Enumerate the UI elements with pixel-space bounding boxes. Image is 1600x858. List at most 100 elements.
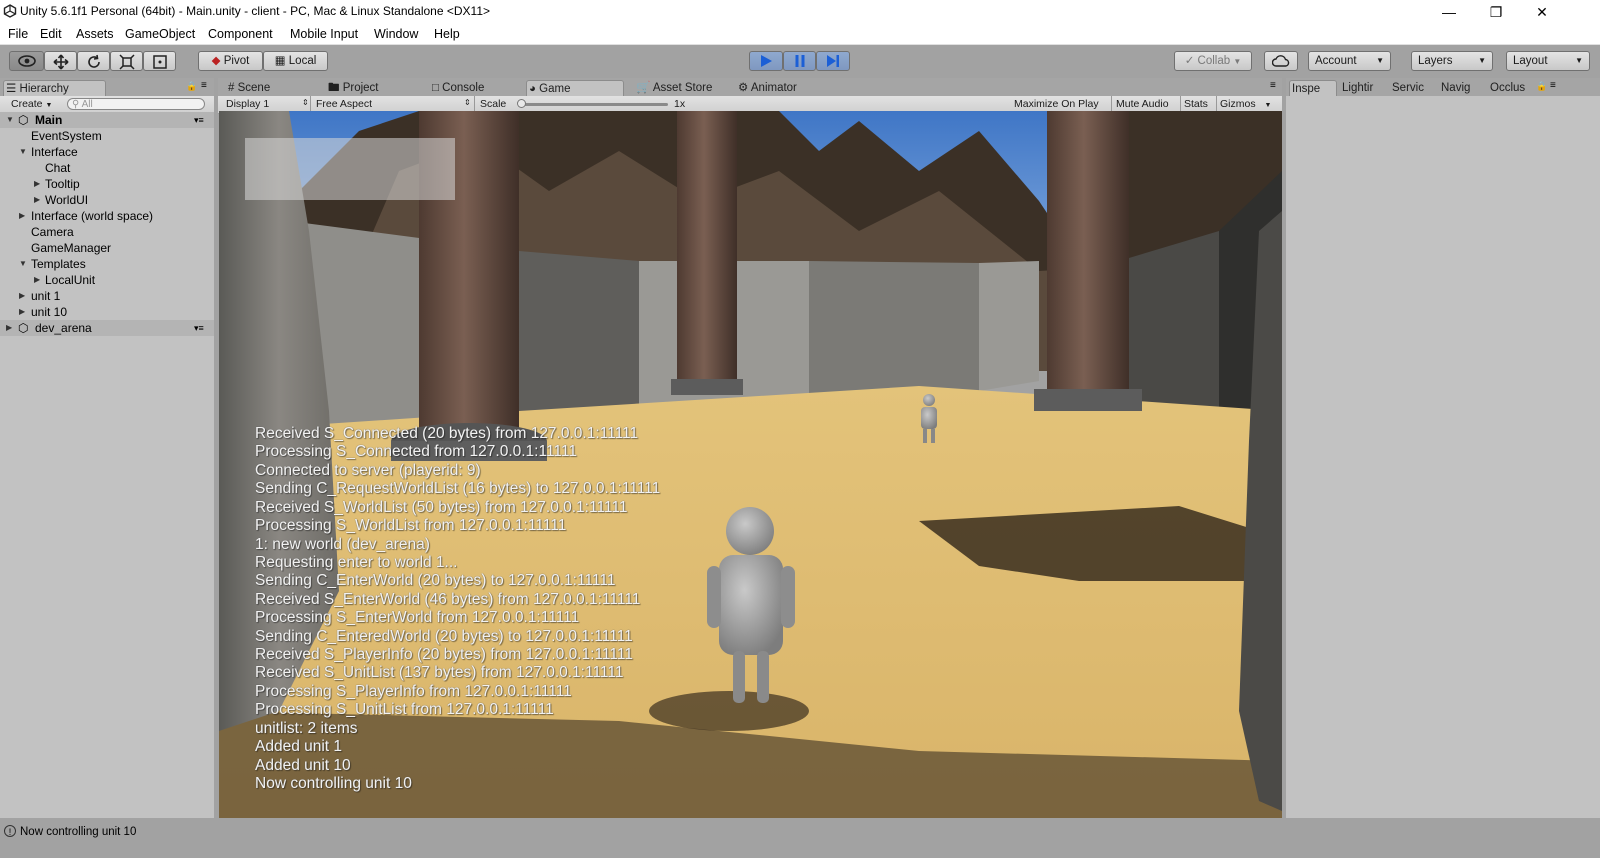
scale-label: Scale — [480, 98, 507, 110]
rect-tool-icon — [152, 55, 167, 69]
hier-item-main[interactable]: ▼ ⬡ Main ▾≡ — [0, 112, 214, 128]
scene-menu-icon[interactable]: ▾≡ — [194, 320, 204, 336]
move-icon — [52, 54, 69, 70]
game-view[interactable]: Received S_Connected (20 bytes) from 127… — [219, 111, 1282, 818]
step-button[interactable] — [816, 51, 850, 71]
hier-item-gamemanager[interactable]: GameManager — [0, 240, 214, 256]
hier-item-localunit[interactable]: ▶ LocalUnit — [0, 272, 214, 288]
hierarchy-search-input[interactable]: ⚲ All — [67, 98, 205, 110]
hier-item-eventsystem[interactable]: EventSystem — [0, 128, 214, 144]
gizmos-dropdown[interactable]: Gizmos ▼ — [1220, 98, 1271, 110]
tab-lighting[interactable]: Lightir — [1340, 80, 1388, 96]
panel-menu-icon[interactable]: ≡ — [1550, 80, 1556, 91]
collapse-arrow-icon[interactable]: ▶ — [34, 192, 40, 208]
menu-file[interactable]: File — [8, 27, 28, 41]
hier-item-camera[interactable]: Camera — [0, 224, 214, 240]
lock-icon[interactable]: 🔒 — [186, 81, 197, 92]
menu-component[interactable]: Component — [208, 27, 273, 41]
layout-label: Layout — [1513, 55, 1548, 67]
chevron-down-icon: ▼ — [1478, 56, 1486, 65]
hierarchy-panel: ☰ Hierarchy 🔒 ≡ Create ▼ ⚲ All ▼ ⬡ Main … — [0, 78, 214, 818]
status-message[interactable]: Now controlling unit 10 — [20, 826, 136, 838]
scene-menu-icon[interactable]: ▾≡ — [194, 112, 204, 128]
expand-arrow-icon[interactable]: ▼ — [19, 256, 27, 272]
expand-arrow-icon[interactable]: ▼ — [19, 144, 27, 160]
account-label: Account — [1315, 55, 1357, 67]
display-dropdown[interactable]: Display 1 ⇕ — [226, 98, 309, 110]
collapse-arrow-icon[interactable]: ▶ — [19, 208, 25, 224]
hier-item-interface[interactable]: ▼ Interface — [0, 144, 214, 160]
log-line: Now controlling unit 10 — [255, 775, 412, 792]
move-tool-button[interactable] — [44, 51, 77, 71]
collapse-arrow-icon[interactable]: ▶ — [19, 304, 25, 320]
title-bar: Unity 5.6.1f1 Personal (64bit) - Main.un… — [0, 0, 1600, 24]
play-icon — [761, 55, 772, 67]
local-toggle[interactable]: ▦ Local — [263, 51, 328, 71]
hier-item-unit-1[interactable]: ▶ unit 1 — [0, 288, 214, 304]
lock-icon[interactable]: 🔒 — [1536, 81, 1547, 92]
scale-slider-thumb[interactable] — [517, 99, 526, 108]
account-dropdown[interactable]: Account ▼ — [1308, 51, 1391, 71]
play-button[interactable] — [749, 51, 783, 71]
layers-dropdown[interactable]: Layers ▼ — [1411, 51, 1493, 71]
tab-animator[interactable]: ⚙ Animator — [736, 80, 836, 96]
menu-window[interactable]: Window — [374, 27, 418, 41]
hier-item-interface-world-space[interactable]: ▶ Interface (world space) — [0, 208, 214, 224]
cloud-button[interactable] — [1264, 51, 1298, 71]
hier-item-dev-arena[interactable]: ▶ ⬡ dev_arena ▾≡ — [0, 320, 214, 336]
menu-gameobject[interactable]: GameObject — [125, 27, 195, 41]
layers-label: Layers — [1418, 55, 1453, 67]
tab-console[interactable]: □ Console — [430, 80, 524, 96]
tab-occlusion[interactable]: Occlus — [1488, 80, 1536, 96]
inspector-panel: Inspe Lightir Servic Navig Occlus 🔒 ≡ — [1286, 78, 1600, 818]
hier-item-worldui[interactable]: ▶ WorldUI — [0, 192, 214, 208]
panel-menu-icon[interactable]: ≡ — [201, 80, 207, 91]
tab-services[interactable]: Servic — [1390, 80, 1438, 96]
hier-item-unit-10[interactable]: ▶ unit 10 — [0, 304, 214, 320]
pivot-toggle[interactable]: ◆ Pivot — [198, 51, 263, 71]
menu-help[interactable]: Help — [434, 27, 460, 41]
hier-item-templates[interactable]: ▼ Templates — [0, 256, 214, 272]
hier-item-tooltip[interactable]: ▶ Tooltip — [0, 176, 214, 192]
tab-asset-store[interactable]: 🛒 Asset Store — [634, 80, 734, 96]
tab-navigation[interactable]: Navig — [1439, 80, 1487, 96]
menu-mobile-input[interactable]: Mobile Input — [290, 27, 358, 41]
collapse-arrow-icon[interactable]: ▶ — [19, 288, 25, 304]
maximize-on-play-toggle[interactable]: Maximize On Play — [1014, 98, 1099, 110]
stats-toggle[interactable]: Stats — [1184, 98, 1208, 110]
collapse-arrow-icon[interactable]: ▶ — [6, 320, 12, 336]
log-line: Processing S_PlayerInfo from 127.0.0.1:1… — [255, 683, 572, 700]
collapse-arrow-icon[interactable]: ▶ — [34, 176, 40, 192]
mute-audio-toggle[interactable]: Mute Audio — [1116, 98, 1169, 110]
tab-game[interactable]: ◕ Game — [526, 80, 624, 96]
rect-tool-button[interactable] — [143, 51, 176, 71]
menu-assets[interactable]: Assets — [76, 27, 114, 41]
create-dropdown[interactable]: Create ▼ — [11, 98, 52, 110]
tab-project[interactable]: 🖿 Project — [326, 80, 424, 96]
scale-slider[interactable] — [517, 99, 668, 108]
tab-inspector[interactable]: Inspe — [1289, 80, 1337, 96]
aspect-dropdown[interactable]: Free Aspect ⇕ — [316, 98, 474, 110]
collab-dropdown[interactable]: ✓ Collab ▼ — [1174, 51, 1252, 71]
hier-item-chat[interactable]: Chat — [0, 160, 214, 176]
restore-button[interactable]: ❐ — [1473, 0, 1519, 24]
search-icon: ⚲ — [72, 99, 80, 110]
panel-menu-icon[interactable]: ≡ — [1270, 80, 1276, 91]
menu-edit[interactable]: Edit — [40, 27, 62, 41]
close-button[interactable]: ✕ — [1519, 0, 1565, 24]
log-line: Processing S_UnitList from 127.0.0.1:111… — [255, 701, 554, 718]
unity-scene-icon: ⬡ — [18, 321, 29, 335]
expand-arrow-icon[interactable]: ▼ — [6, 112, 14, 128]
log-line: Added unit 10 — [255, 757, 351, 774]
tab-scene[interactable]: # Scene — [226, 80, 320, 96]
minimize-button[interactable]: — — [1426, 0, 1472, 24]
rotate-tool-button[interactable] — [77, 51, 110, 71]
layout-dropdown[interactable]: Layout ▼ — [1506, 51, 1590, 71]
tab-hierarchy[interactable]: ☰ Hierarchy — [3, 80, 106, 96]
log-line: Processing S_EnterWorld from 127.0.0.1:1… — [255, 609, 580, 626]
collapse-arrow-icon[interactable]: ▶ — [34, 272, 40, 288]
view-tool-button[interactable] — [9, 51, 44, 71]
log-line: Processing S_Connected from 127.0.0.1:11… — [255, 443, 577, 460]
scale-tool-button[interactable] — [110, 51, 143, 71]
pause-button[interactable] — [783, 51, 816, 71]
